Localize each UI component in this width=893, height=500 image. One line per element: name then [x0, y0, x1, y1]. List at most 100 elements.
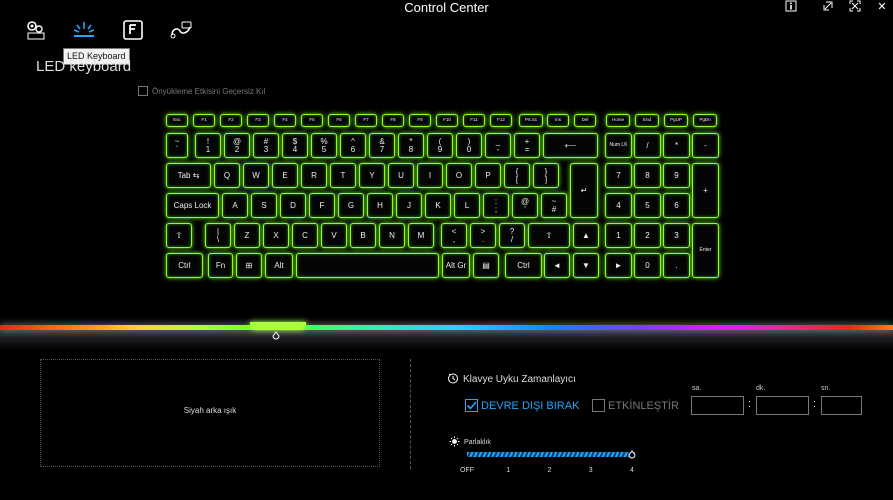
key-shift[interactable]: ⇧ [528, 223, 570, 248]
key-alt-gr[interactable]: Alt Gr [442, 253, 470, 278]
key-l[interactable]: L [454, 193, 480, 218]
disable-option[interactable]: DEVRE DIŞI BIRAK [465, 399, 579, 412]
key-symbol[interactable]: + = [514, 133, 540, 158]
key-q[interactable]: Q [214, 163, 240, 188]
key-n[interactable]: N [379, 223, 405, 248]
key-caps-lock[interactable]: Caps Lock [166, 193, 219, 218]
key-symbol[interactable]: - [692, 133, 719, 158]
key-f1[interactable]: F1 [193, 114, 215, 127]
key-f3[interactable]: F3 [247, 114, 269, 127]
key-f4[interactable]: F4 [274, 114, 296, 127]
key-5[interactable]: % 5 [311, 133, 337, 158]
key-home[interactable]: Home [606, 114, 630, 127]
key-1[interactable]: 1 [605, 223, 632, 248]
key-symbol[interactable]: < , [441, 223, 467, 248]
key-symbol[interactable]: ~ ` [166, 133, 188, 158]
enable-option[interactable]: ETKİNLEŞTİR [592, 399, 679, 412]
key-symbol[interactable]: | \ [205, 223, 231, 248]
key-f[interactable]: F [309, 193, 335, 218]
key-menu[interactable]: ▤ [473, 253, 499, 278]
key-9[interactable]: ( 9 [427, 133, 453, 158]
key-f10[interactable]: F10 [436, 114, 458, 127]
key-arrow-right[interactable]: ► [605, 253, 632, 278]
seconds-input[interactable] [821, 396, 862, 415]
key-arrow-down[interactable]: ▼ [573, 253, 599, 278]
key-f2[interactable]: F2 [220, 114, 242, 127]
key-f7[interactable]: F7 [355, 114, 377, 127]
key-6[interactable]: 6 [663, 193, 690, 218]
key-alt[interactable]: Alt [265, 253, 293, 278]
key-ins[interactable]: Ins [547, 114, 569, 127]
key-a[interactable]: A [222, 193, 248, 218]
key-4[interactable]: 4 [605, 193, 632, 218]
key-8[interactable]: * 8 [398, 133, 424, 158]
key-m[interactable]: M [408, 223, 434, 248]
enable-checkbox[interactable] [592, 399, 605, 412]
brightness-slider[interactable] [467, 452, 635, 457]
key-del[interactable]: Del [574, 114, 596, 127]
key-enter[interactable]: Enter [692, 223, 719, 278]
key-symbol[interactable]: { [ [504, 163, 530, 188]
key-arrow-up[interactable]: ▲ [573, 223, 599, 248]
key-h[interactable]: H [367, 193, 393, 218]
key-ctrl[interactable]: Ctrl [166, 253, 203, 278]
key-0[interactable]: 0 [634, 253, 661, 278]
key-f6[interactable]: F6 [328, 114, 350, 127]
color-marker-icon[interactable] [272, 331, 280, 341]
minutes-input[interactable] [756, 396, 809, 415]
key-pgdn[interactable]: PgDn [693, 114, 717, 127]
key-f8[interactable]: F8 [382, 114, 404, 127]
key-symbol[interactable]: ~ # [541, 193, 567, 218]
key-1[interactable]: ! 1 [195, 133, 221, 158]
key-tab[interactable]: Tab ⇆ [166, 163, 211, 188]
key-esc[interactable]: Esc [166, 114, 188, 127]
color-spectrum-bar[interactable] [0, 325, 893, 330]
key-f9[interactable]: F9 [409, 114, 431, 127]
key-symbol[interactable]: : ; [483, 193, 509, 218]
key-symbol[interactable]: + [692, 163, 719, 218]
key-z[interactable]: Z [234, 223, 260, 248]
key-0[interactable]: ) 0 [456, 133, 482, 158]
key-end[interactable]: End [635, 114, 659, 127]
key-period[interactable]: . [663, 253, 690, 278]
hours-input[interactable] [691, 396, 744, 415]
key-ctrl[interactable]: Ctrl [505, 253, 542, 278]
key-symbol[interactable]: @ ' [512, 193, 538, 218]
key-2[interactable]: @ 2 [224, 133, 250, 158]
key-windows[interactable]: ⊞ [236, 253, 262, 278]
key-symbol[interactable]: * [663, 133, 690, 158]
key-r[interactable]: R [301, 163, 327, 188]
key-prt-sc[interactable]: Prt.Sc [519, 114, 543, 127]
disable-checkbox[interactable] [465, 399, 478, 412]
key-pgup[interactable]: PgUP [664, 114, 688, 127]
key-o[interactable]: O [446, 163, 472, 188]
key-s[interactable]: S [251, 193, 277, 218]
key-v[interactable]: V [321, 223, 347, 248]
key-d[interactable]: D [280, 193, 306, 218]
key-num-lk[interactable]: Num LK [605, 133, 632, 158]
key-g[interactable]: G [338, 193, 364, 218]
key-c[interactable]: C [292, 223, 318, 248]
key-f11[interactable]: F11 [463, 114, 485, 127]
key-3[interactable]: # 3 [253, 133, 279, 158]
key-k[interactable]: K [425, 193, 451, 218]
key-f12[interactable]: F12 [490, 114, 512, 127]
key-7[interactable]: 7 [605, 163, 632, 188]
key-b[interactable]: B [350, 223, 376, 248]
color-selector-handle[interactable] [250, 322, 306, 330]
key-symbol[interactable]: > . [470, 223, 496, 248]
key-enter[interactable]: ↵ [570, 163, 598, 218]
key-2[interactable]: 2 [634, 223, 661, 248]
key-j[interactable]: J [396, 193, 422, 218]
key-i[interactable]: I [417, 163, 443, 188]
key-6[interactable]: ^ 6 [340, 133, 366, 158]
key-t[interactable]: T [330, 163, 356, 188]
key-e[interactable]: E [272, 163, 298, 188]
key-symbol[interactable]: / [634, 133, 661, 158]
brightness-slider-thumb[interactable] [628, 447, 636, 459]
key-p[interactable]: P [475, 163, 501, 188]
key-w[interactable]: W [243, 163, 269, 188]
key-symbol[interactable]: ? / [499, 223, 525, 248]
key-4[interactable]: $ 4 [282, 133, 308, 158]
key-3[interactable]: 3 [663, 223, 690, 248]
